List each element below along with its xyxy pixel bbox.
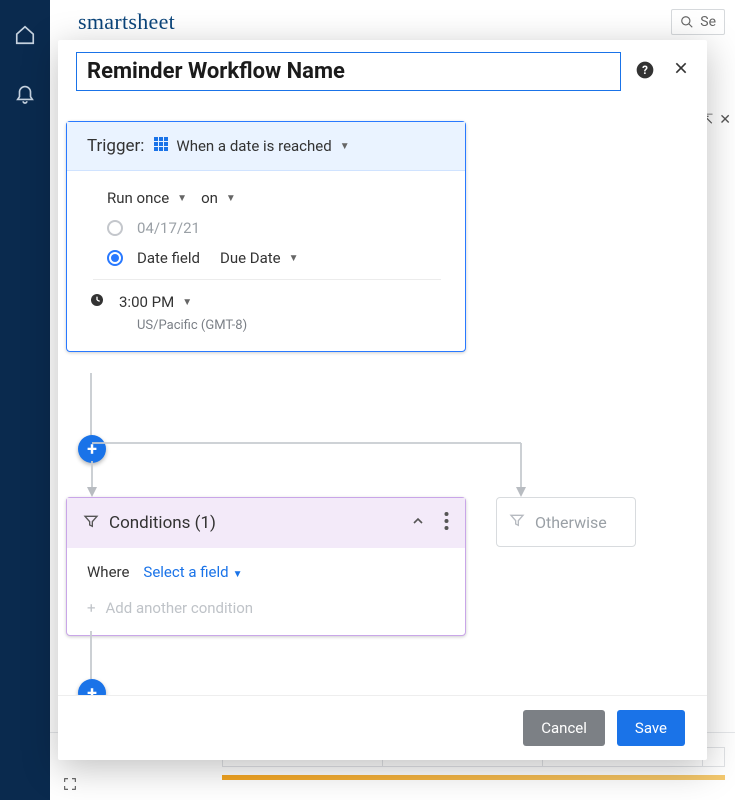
otherwise-branch[interactable]: Otherwise (496, 497, 636, 547)
date-field-select[interactable]: Due Date ▼ (220, 249, 299, 267)
workflow-name-input[interactable] (76, 52, 621, 91)
conditions-menu-button[interactable] (444, 512, 449, 534)
radio-date-field[interactable] (107, 250, 123, 266)
cancel-button[interactable]: Cancel (523, 710, 605, 746)
plus-icon: + (87, 599, 96, 617)
search-placeholder: Se (700, 14, 716, 30)
condition-field-placeholder: Select a field (143, 563, 228, 581)
svg-text:?: ? (642, 63, 648, 77)
specific-date-value: 04/17/21 (137, 219, 200, 237)
home-icon[interactable] (14, 24, 36, 50)
radio-specific-date[interactable] (107, 220, 123, 236)
search-icon (680, 15, 694, 29)
date-field-value: Due Date (220, 249, 281, 267)
trigger-card: Trigger: When a date is reached ▼ Run on… (66, 121, 466, 352)
otherwise-label: Otherwise (535, 513, 607, 532)
run-on-label: on (201, 189, 218, 207)
left-nav-rail (0, 0, 50, 800)
filter-icon (509, 512, 525, 532)
date-field-label: Date field (137, 249, 200, 267)
close-panel-icon[interactable]: ✕ (719, 112, 731, 128)
date-grid-icon (154, 137, 168, 155)
workflow-modal: ? Trigger: When a date is reached ▼ (58, 40, 707, 760)
run-frequency-select[interactable]: Run once ▼ (107, 189, 187, 207)
add-condition-button[interactable]: + Add another condition (87, 599, 445, 617)
run-on-select[interactable]: on ▼ (201, 189, 236, 207)
time-select[interactable]: 3:00 PM ▼ (119, 293, 192, 311)
trigger-header[interactable]: Trigger: When a date is reached ▼ (67, 122, 465, 171)
trigger-label: Trigger: (87, 136, 144, 156)
trigger-type-text: When a date is reached (176, 137, 331, 155)
expand-icon[interactable] (62, 776, 78, 796)
timezone-label: US/Pacific (GMT-8) (137, 318, 441, 333)
search-input[interactable]: Se (671, 9, 725, 35)
conditions-card: Conditions (1) Where (66, 497, 466, 636)
run-frequency-label: Run once (107, 189, 169, 207)
collapse-conditions-button[interactable] (410, 513, 426, 533)
chevron-down-icon: ▼ (340, 141, 350, 152)
filter-icon (83, 513, 99, 534)
conditions-title: Conditions (1) (109, 513, 216, 533)
close-icon[interactable] (673, 60, 689, 84)
condition-field-select[interactable]: Select a field ▼ (143, 562, 242, 581)
time-value: 3:00 PM (119, 293, 174, 311)
save-button[interactable]: Save (617, 710, 685, 746)
notifications-icon[interactable] (14, 82, 36, 108)
add-condition-label: Add another condition (106, 599, 254, 617)
top-bar: smartsheet Se (50, 0, 735, 44)
help-icon[interactable]: ? (635, 60, 655, 84)
clock-icon (89, 292, 105, 312)
where-label: Where (87, 563, 129, 581)
brand-logo: smartsheet (78, 9, 175, 35)
